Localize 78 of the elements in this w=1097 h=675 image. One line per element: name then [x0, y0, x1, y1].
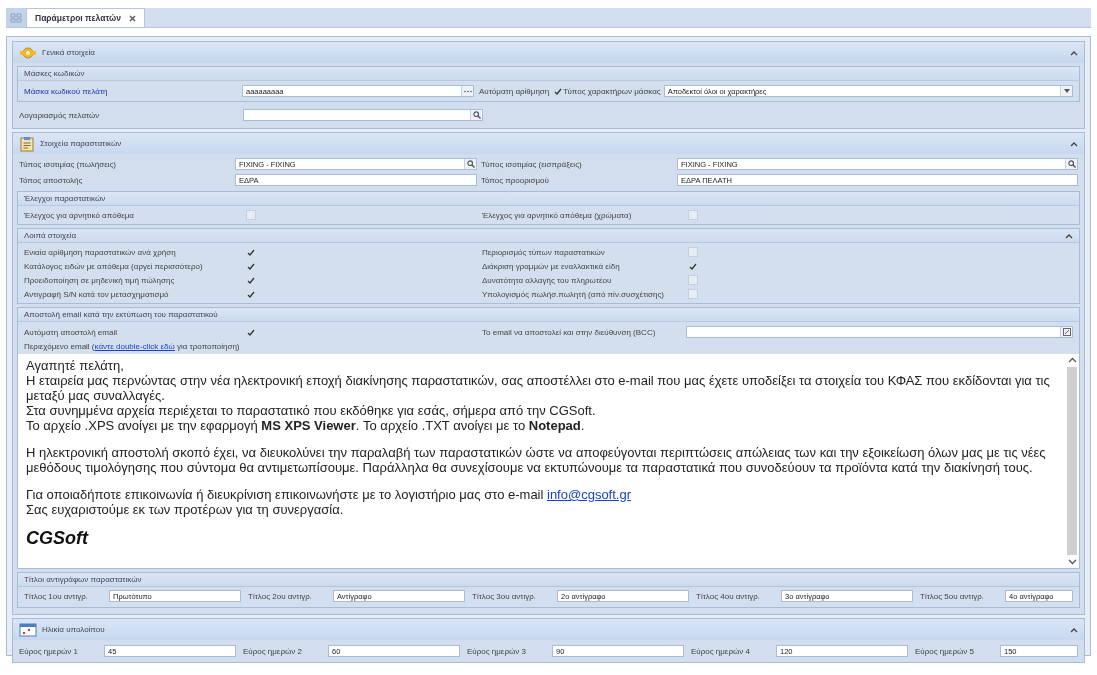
section-title: Στοιχεία παραστατικών — [40, 139, 122, 148]
checkbox-label: Ενιαία αρίθμηση παραστατικών ανά χρήση — [24, 247, 177, 257]
field-label: Τίτλος 1ου αντιγρ. — [24, 591, 90, 601]
subsection-title: Τίτλοι αντιγράφων παραστατικών — [24, 575, 142, 584]
email-link[interactable]: info@cgsoft.gr — [547, 487, 631, 502]
field-label: Τύπος ισοτιμίας (εισπράξεις) — [480, 159, 583, 169]
checkbox[interactable] — [688, 261, 698, 271]
field-label: Το email να αποστολεί και στην διεύθυνση (BCC) — [482, 327, 657, 337]
field-label: Εύρος ημερών 2 — [243, 646, 303, 656]
email-text: Στα συνημμένα αρχεία περιέχεται το παραστατικό που εκδόθηκε για εσάς, σήμερα από την CGSoft. — [26, 403, 597, 418]
field-label: Τίτλος 5ου αντιγρ. — [920, 591, 986, 601]
subsection-title: Λοιπά στοιχεία — [24, 231, 77, 240]
gear-icon — [19, 45, 37, 60]
edit-icon[interactable] — [1060, 327, 1072, 337]
email-field[interactable] — [686, 326, 1073, 338]
checkbox-label: Έλεγχος για αρνητικό απόθεμα (χρώματα) — [482, 210, 633, 220]
field-label: Εύρος ημερών 5 — [915, 646, 975, 656]
checkbox[interactable] — [246, 275, 256, 285]
subsection-title: Έλεγχοι παραστατικών — [24, 194, 106, 203]
email-text: Αγαπητέ πελάτη, — [26, 358, 125, 373]
search-icon[interactable] — [470, 110, 482, 120]
tab[interactable]: Παράμετροι πελατών — [26, 8, 145, 27]
search-icon[interactable] — [464, 159, 476, 169]
section-header[interactable]: Στοιχεία παραστατικών — [13, 133, 1084, 154]
scrollbar[interactable] — [1065, 354, 1079, 568]
section-title: Ηλικία υπολοίπου — [42, 625, 105, 634]
dropdown-caret-icon[interactable] — [1060, 86, 1072, 96]
field-label: Εύρος ημερών 4 — [691, 646, 751, 656]
checkbox-label: Προειδοποίηση σε μηδενική τιμή πώλησης — [24, 275, 176, 285]
checkbox-label: Κατάλογος ειδών με απόθεμα (αργεί περισσότερο) — [24, 261, 204, 271]
signature-logo: CGSoft — [26, 529, 90, 547]
field-label: Μάσκα κωδικού πελάτη — [24, 86, 109, 96]
email-text: Η ηλεκτρονική αποστολή σκοπό έχει, να διευκολύνει την παραλαβή των παραστατικών ώστε να αποφεύγονται περιπτώσεις απώλειας των και την εξοικείωση όλων μας με τις νέες μεθόδους τιμολόγησης που σύντομα θα αντιμετωπίσουμε. Παράλληλα θα συνεχίσουμε να εκτυπώνουμε τα παραστατικά που συνοδεύουν τα προϊόντα κατά την διακίνησή τους. — [26, 445, 1047, 475]
checkbox[interactable] — [246, 261, 256, 271]
email-text: Το αρχείο .XPS ανοίγει με την εφαρμογή MS XPS Viewer. Το αρχείο .TXT ανοίγει με το Notepad. — [26, 418, 586, 433]
checkbox-label: Υπολογισμός πωλήσ.πωλητή (από πίν.συσχέτισης) — [482, 289, 665, 299]
field-label: Λογαριασμός πελατών — [19, 110, 101, 120]
collapse-icon[interactable] — [1065, 232, 1073, 239]
email-text: Σας ευχαριστούμε εκ των προτέρων για τη συνεργασία. — [26, 502, 345, 517]
search-icon[interactable] — [1065, 159, 1077, 169]
collapse-icon[interactable] — [1070, 49, 1078, 56]
calendar-icon — [19, 622, 37, 637]
scroll-up-icon[interactable] — [1067, 357, 1077, 363]
checkbox-label: Αυτόματη αποστολή email — [24, 327, 118, 337]
email-text: Η εταιρεία μας περνώντας στην νέα ηλεκτρονική εποχή διακίνησης παραστατικών, σας αποστέλλει στο e-mail που μας έχετε υποδείξει τα στοιχεία του ΚΦΑΣ που εκδίδονται για τις μεταξύ μας συναλλαγές. — [26, 373, 1051, 403]
section-header[interactable]: Ηλικία υπολοίπου — [13, 619, 1084, 640]
lookup-field[interactable] — [243, 109, 483, 121]
section-title: Γενικά στοιχεία — [42, 48, 95, 57]
field-label: Εύρος ημερών 3 — [467, 646, 527, 656]
checkbox[interactable] — [246, 289, 256, 299]
close-icon[interactable] — [128, 14, 136, 22]
field-label: Τίτλος 4ου αντιγρ. — [696, 591, 762, 601]
field-label: Τόπος προορισμού — [480, 175, 550, 185]
email-content-note: Περιεχόμενο email (κάντε double-click εδώ για τροποποίηση) — [23, 342, 241, 353]
clipboard-icon — [19, 135, 35, 152]
field-label: Τύπος ισοτιμίας (πωλήσεις) — [19, 159, 117, 169]
checkbox-label: Έλεγχος για αρνητικό απόθεμα — [24, 210, 135, 220]
email-text: Για οποιαδήποτε επικοινωνία ή διευκρίνιση επικοινωνήστε με το λογιστήριο μας στο e-mail info@cgsoft.gr — [26, 487, 632, 502]
section-header[interactable]: Γενικά στοιχεία — [13, 42, 1084, 63]
collapse-icon[interactable] — [1070, 140, 1078, 147]
checkbox-label: Αυτόματη αρίθμηση — [479, 86, 550, 96]
subsection-title: Αποστολή email κατά την εκτύπωση του παραστατικού — [24, 310, 218, 319]
checkbox[interactable] — [553, 86, 564, 96]
field-label: Τόπος αποστολής — [19, 175, 84, 185]
checkbox-label: Περιορισμός τύπων παραστατικών — [482, 247, 606, 257]
field-label: Τίτλος 3ου αντιγρ. — [472, 591, 538, 601]
subsection-title: Μάσκες κωδικών — [24, 69, 85, 78]
scroll-down-icon[interactable] — [1067, 559, 1077, 565]
checkbox-label: Αντιγραφή S/N κατά τον μετασχηματισμό — [24, 289, 170, 299]
field-label: Εύρος ημερών 1 — [19, 646, 79, 656]
checkbox[interactable] — [246, 247, 256, 257]
ellipsis-icon[interactable] — [461, 86, 473, 96]
field-label: Τίτλος 2ου αντιγρ. — [248, 591, 314, 601]
checkbox-label: Διάκριση γραμμών με εναλλακτικά είδη — [482, 261, 621, 271]
field-label: Τύπος χαρακτήρων μάσκας — [563, 86, 661, 96]
checkbox[interactable] — [246, 327, 256, 337]
checkbox-label: Δυνατότητα αλλαγής του πληρωτέου — [482, 275, 613, 285]
collapse-icon[interactable] — [1070, 626, 1078, 633]
